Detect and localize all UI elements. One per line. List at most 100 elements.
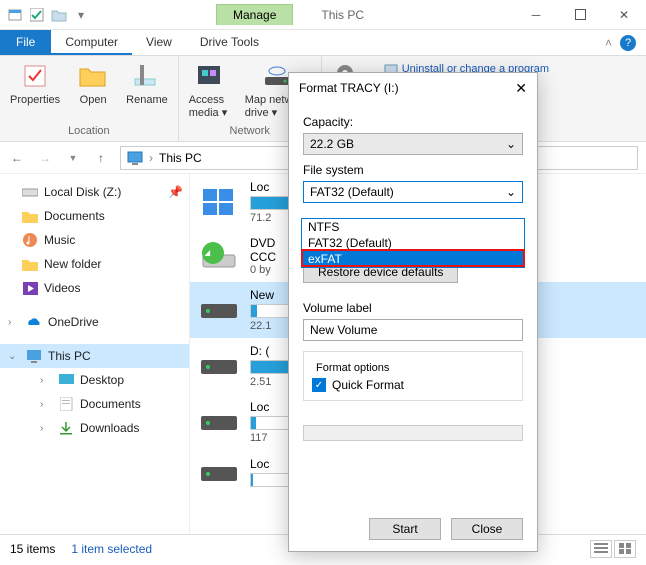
access-media-label: Access media ▾ <box>189 94 229 119</box>
music-icon <box>22 232 38 248</box>
recent-locations-button[interactable]: ▼ <box>64 149 82 167</box>
nav-local-disk[interactable]: Local Disk (Z:)📌 <box>0 180 189 204</box>
qat-folder-icon[interactable] <box>48 4 70 26</box>
access-media-button[interactable]: Access media ▾ <box>183 58 235 125</box>
minimize-button[interactable]: ─ <box>514 0 558 30</box>
properties-button[interactable]: Properties <box>4 58 66 125</box>
view-tab[interactable]: View <box>132 30 186 55</box>
folder-icon <box>22 256 38 272</box>
address-text: This PC <box>159 151 202 165</box>
dvd-drive-icon <box>198 239 240 273</box>
up-button[interactable]: ↑ <box>92 149 110 167</box>
capacity-select[interactable]: 22.2 GB⌄ <box>303 133 523 155</box>
downloads-icon <box>58 420 74 436</box>
back-button[interactable]: ← <box>8 149 26 167</box>
nav-documents[interactable]: Documents <box>0 204 189 228</box>
hdd-icon <box>198 405 240 439</box>
details-view-button[interactable] <box>590 540 612 558</box>
filesystem-label: File system <box>303 163 523 177</box>
format-options-group: Format options ✓ Quick Format <box>303 351 523 401</box>
expand-icon[interactable]: › <box>8 317 20 328</box>
dialog-close-button[interactable]: ✕ <box>515 80 527 97</box>
open-button[interactable]: Open <box>70 58 116 125</box>
nav-new-folder[interactable]: New folder <box>0 252 189 276</box>
properties-icon <box>19 60 51 92</box>
this-pc-icon <box>127 150 143 166</box>
nav-music[interactable]: Music <box>0 228 189 252</box>
folder-icon <box>22 208 38 224</box>
media-icon <box>193 60 225 92</box>
help-icon[interactable]: ? <box>620 35 636 51</box>
expand-icon[interactable]: › <box>40 375 52 386</box>
nav-videos[interactable]: Videos <box>0 276 189 300</box>
qat-dropdown-icon[interactable]: ▾ <box>70 4 92 26</box>
desktop-icon <box>58 372 74 388</box>
filesystem-dropdown-list[interactable]: NTFS FAT32 (Default) exFAT <box>301 218 525 268</box>
expand-icon[interactable]: › <box>40 423 52 434</box>
pin-icon: 📌 <box>168 185 183 199</box>
large-icons-view-button[interactable] <box>614 540 636 558</box>
progress-bar <box>303 425 523 441</box>
rename-button[interactable]: Rename <box>120 58 174 125</box>
windows-drive-icon <box>198 185 240 219</box>
dialog-title: Format TRACY (I:) <box>299 81 399 95</box>
collapse-ribbon-icon[interactable]: ˄ <box>605 36 612 50</box>
maximize-button[interactable] <box>558 0 602 30</box>
nav-desktop[interactable]: ›Desktop <box>0 368 189 392</box>
window-buttons: ─ ✕ <box>514 0 646 30</box>
ribbon-tabs: File Computer View Drive Tools ˄ ? <box>0 30 646 56</box>
volume-label-input[interactable]: New Volume <box>303 319 523 341</box>
onedrive-icon <box>26 314 42 330</box>
nav-pane[interactable]: Local Disk (Z:)📌 Documents Music New fol… <box>0 174 190 534</box>
capacity-label: Capacity: <box>303 115 523 129</box>
dropdown-option-exfat[interactable]: exFAT <box>302 251 524 267</box>
videos-icon <box>22 280 38 296</box>
nav-downloads[interactable]: ›Downloads <box>0 416 189 440</box>
documents-icon <box>58 396 74 412</box>
titlebar: ▾ Manage This PC ─ ✕ <box>0 0 646 30</box>
collapse-icon[interactable]: ⌄ <box>8 351 20 362</box>
close-dialog-button[interactable]: Close <box>451 518 523 540</box>
filesystem-select[interactable]: FAT32 (Default)⌄ <box>303 181 523 203</box>
drive-icon <box>22 184 38 200</box>
computer-tab[interactable]: Computer <box>51 30 132 55</box>
close-button[interactable]: ✕ <box>602 0 646 30</box>
dialog-titlebar: Format TRACY (I:) ✕ <box>289 73 537 103</box>
status-selected: 1 item selected <box>71 542 152 556</box>
forward-button[interactable]: → <box>36 149 54 167</box>
checkbox-checked-icon: ✓ <box>312 378 326 392</box>
quick-access-toolbar: ▾ <box>0 4 96 26</box>
hdd-icon <box>198 349 240 383</box>
quick-format-checkbox[interactable]: ✓ Quick Format <box>312 378 514 392</box>
open-folder-icon <box>77 60 109 92</box>
rename-label: Rename <box>126 94 168 106</box>
rename-icon <box>131 60 163 92</box>
nav-onedrive[interactable]: ›OneDrive <box>0 310 189 334</box>
chevron-down-icon: ⌄ <box>506 137 516 151</box>
status-items: 15 items <box>10 542 55 556</box>
nav-documents2[interactable]: ›Documents <box>0 392 189 416</box>
open-label: Open <box>80 94 107 106</box>
start-button[interactable]: Start <box>369 518 441 540</box>
app-icon[interactable] <box>4 4 26 26</box>
expand-icon[interactable]: › <box>40 399 52 410</box>
nav-this-pc[interactable]: ⌄This PC <box>0 344 189 368</box>
hdd-icon <box>198 293 240 327</box>
dropdown-option-fat32[interactable]: FAT32 (Default) <box>302 235 524 251</box>
file-tab[interactable]: File <box>0 30 51 55</box>
hdd-icon <box>198 456 240 490</box>
format-dialog: Format TRACY (I:) ✕ Capacity: 22.2 GB⌄ F… <box>288 72 538 552</box>
properties-label: Properties <box>10 94 60 106</box>
drive-tools-tab[interactable]: Drive Tools <box>186 30 273 55</box>
ribbon-group-location: Properties Open Rename Location <box>0 56 179 141</box>
volume-label-label: Volume label <box>303 301 523 315</box>
qat-checkbox-icon[interactable] <box>26 4 48 26</box>
dropdown-option-ntfs[interactable]: NTFS <box>302 219 524 235</box>
title-center: Manage This PC <box>96 4 514 25</box>
this-pc-icon <box>26 348 42 364</box>
dialog-actions: Start Close <box>289 507 537 551</box>
window-title: This PC <box>321 8 364 22</box>
format-options-legend: Format options <box>312 362 393 374</box>
manage-context-tab[interactable]: Manage <box>216 4 293 25</box>
chevron-down-icon: ⌄ <box>506 185 516 199</box>
